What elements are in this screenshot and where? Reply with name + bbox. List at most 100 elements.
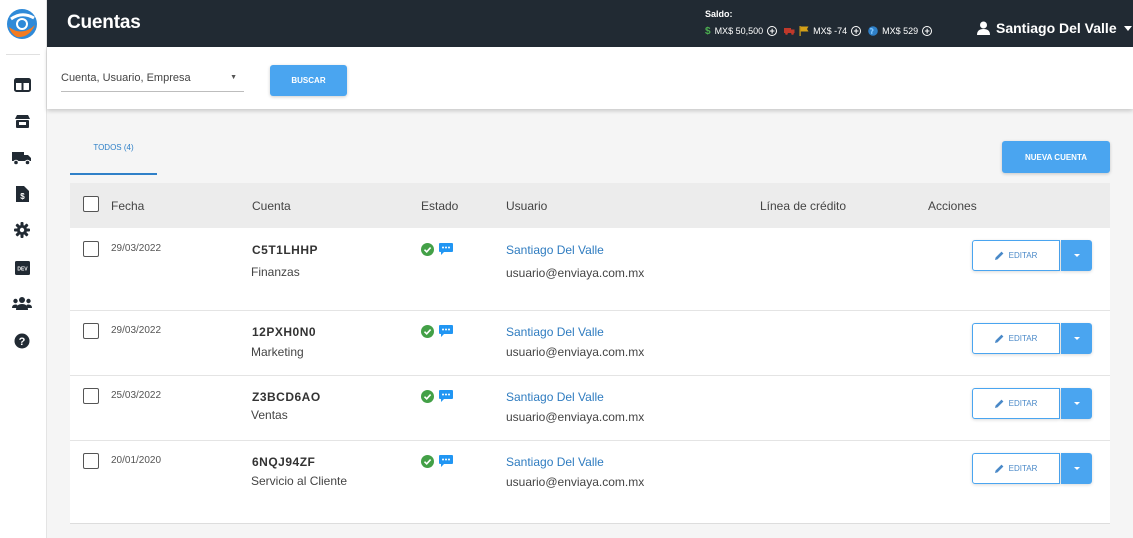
row-edit-group: EDITAR — [972, 240, 1092, 271]
message-icon[interactable] — [439, 390, 453, 403]
row-status — [421, 243, 453, 256]
edit-dropdown-button[interactable] — [1061, 240, 1092, 271]
edit-dropdown-button[interactable] — [1061, 388, 1092, 419]
row-date: 25/03/2022 — [111, 390, 162, 401]
row-department: Ventas — [251, 408, 288, 422]
row-user-link[interactable]: Santiago Del Valle — [506, 243, 604, 257]
top-bar: Cuentas Saldo: $ MX$ 50,500 + MX$ -74 + … — [47, 0, 1133, 47]
truck-icon[interactable] — [12, 148, 32, 168]
user-icon — [977, 21, 990, 35]
column-header-acciones: Acciones — [928, 199, 977, 213]
column-header-credit-line: Línea de crédito — [760, 199, 847, 213]
row-department: Finanzas — [251, 265, 300, 279]
row-date: 29/03/2022 — [111, 243, 162, 254]
pencil-icon — [994, 464, 1004, 473]
invoice-icon[interactable]: $ — [12, 184, 32, 204]
edit-label: EDITAR — [1008, 464, 1038, 473]
row-account-code[interactable]: 12PXH0N0 — [252, 325, 316, 339]
row-status — [421, 325, 453, 338]
column-header-cuenta: Cuenta — [252, 199, 291, 213]
search-type-value: Cuenta, Usuario, Empresa — [61, 72, 191, 84]
page-title: Cuentas — [67, 12, 141, 33]
balance-dhl: MX$ -74 + — [784, 26, 862, 36]
pencil-icon — [994, 334, 1004, 343]
row-account-code[interactable]: 6NQJ94ZF — [252, 455, 315, 469]
svg-text:$: $ — [20, 192, 25, 201]
row-department: Marketing — [251, 345, 304, 359]
row-status — [421, 455, 453, 468]
row-email: usuario@enviaya.com.mx — [506, 410, 645, 424]
chevron-down-icon — [1123, 25, 1132, 31]
balance-main: $ MX$ 50,500 + — [705, 25, 778, 37]
balances: $ MX$ 50,500 + MX$ -74 + MX$ 529 + — [705, 24, 939, 38]
store-icon[interactable] — [12, 111, 32, 131]
tab-todos[interactable]: TODOS (4) — [70, 140, 157, 175]
row-email: usuario@enviaya.com.mx — [506, 345, 645, 359]
dhl-truck-icon — [784, 27, 795, 35]
message-icon[interactable] — [439, 325, 453, 338]
row-edit-group: EDITAR — [972, 453, 1092, 484]
check-circle-icon — [421, 455, 434, 468]
search-type-select[interactable]: Cuenta, Usuario, Empresa ▼ — [61, 70, 244, 92]
edit-button[interactable]: EDITAR — [972, 388, 1060, 419]
user-name: Santiago Del Valle — [996, 20, 1117, 36]
user-menu[interactable]: Santiago Del Valle — [977, 20, 1132, 36]
edit-button[interactable]: EDITAR — [972, 240, 1060, 271]
select-all-checkbox[interactable] — [83, 196, 99, 212]
row-date: 20/01/2020 — [111, 455, 162, 466]
dashboard-icon[interactable] — [12, 75, 32, 95]
table-row: 20/01/2020 6NQJ94ZF Servicio al Cliente … — [70, 441, 1110, 524]
row-checkbox[interactable] — [83, 388, 99, 404]
message-icon[interactable] — [439, 455, 453, 468]
add-balance-main-icon[interactable]: + — [767, 26, 778, 36]
row-user-link[interactable]: Santiago Del Valle — [506, 325, 604, 339]
edit-button[interactable]: EDITAR — [972, 323, 1060, 354]
row-department: Servicio al Cliente — [251, 474, 348, 488]
edit-dropdown-button[interactable] — [1061, 323, 1092, 354]
row-email: usuario@enviaya.com.mx — [506, 266, 645, 280]
globe-icon — [868, 26, 878, 36]
row-account-code[interactable]: C5T1LHHP — [252, 243, 318, 257]
row-checkbox[interactable] — [83, 323, 99, 339]
pencil-icon — [994, 399, 1004, 408]
gear-icon[interactable] — [12, 220, 32, 240]
sidebar-divider — [6, 54, 40, 55]
svg-text:?: ? — [19, 336, 26, 348]
help-icon[interactable]: ? — [12, 331, 32, 351]
dev-icon[interactable]: DEV — [12, 258, 32, 278]
flag-icon — [799, 26, 809, 36]
balance-label: Saldo: — [705, 9, 733, 19]
column-header-usuario: Usuario — [506, 199, 548, 213]
check-circle-icon — [421, 243, 434, 256]
edit-label: EDITAR — [1008, 251, 1038, 260]
row-email: usuario@enviaya.com.mx — [506, 475, 645, 489]
enviaya-logo[interactable] — [5, 7, 39, 41]
dropdown-arrow-icon: ▼ — [230, 74, 237, 81]
sidebar: $ DEV ? — [0, 0, 47, 538]
edit-button[interactable]: EDITAR — [972, 453, 1060, 484]
caret-down-icon — [1073, 402, 1080, 405]
check-circle-icon — [421, 390, 434, 403]
add-balance-dhl-icon[interactable]: + — [851, 26, 862, 36]
row-user-link[interactable]: Santiago Del Valle — [506, 390, 604, 404]
row-checkbox[interactable] — [83, 241, 99, 257]
balance-global: MX$ 529 + — [868, 26, 933, 36]
add-balance-global-icon[interactable]: + — [922, 26, 933, 36]
column-header-estado: Estado — [421, 199, 459, 213]
users-icon[interactable] — [12, 293, 32, 313]
accounts-table: Fecha Cuenta Estado Usuario Línea de cré… — [70, 183, 1110, 524]
dollar-icon: $ — [705, 25, 711, 37]
search-button[interactable]: BUSCAR — [270, 65, 347, 96]
edit-dropdown-button[interactable] — [1061, 453, 1092, 484]
message-icon[interactable] — [439, 243, 453, 256]
row-status — [421, 390, 453, 403]
row-checkbox[interactable] — [83, 453, 99, 469]
caret-down-icon — [1073, 467, 1080, 470]
row-edit-group: EDITAR — [972, 388, 1092, 419]
table-header: Fecha Cuenta Estado Usuario Línea de cré… — [70, 183, 1110, 228]
row-user-link[interactable]: Santiago Del Valle — [506, 455, 604, 469]
row-account-code[interactable]: Z3BCD6AO — [252, 390, 321, 404]
column-header-fecha: Fecha — [111, 199, 145, 213]
caret-down-icon — [1073, 254, 1080, 257]
new-account-button[interactable]: NUEVA CUENTA — [1002, 141, 1110, 173]
